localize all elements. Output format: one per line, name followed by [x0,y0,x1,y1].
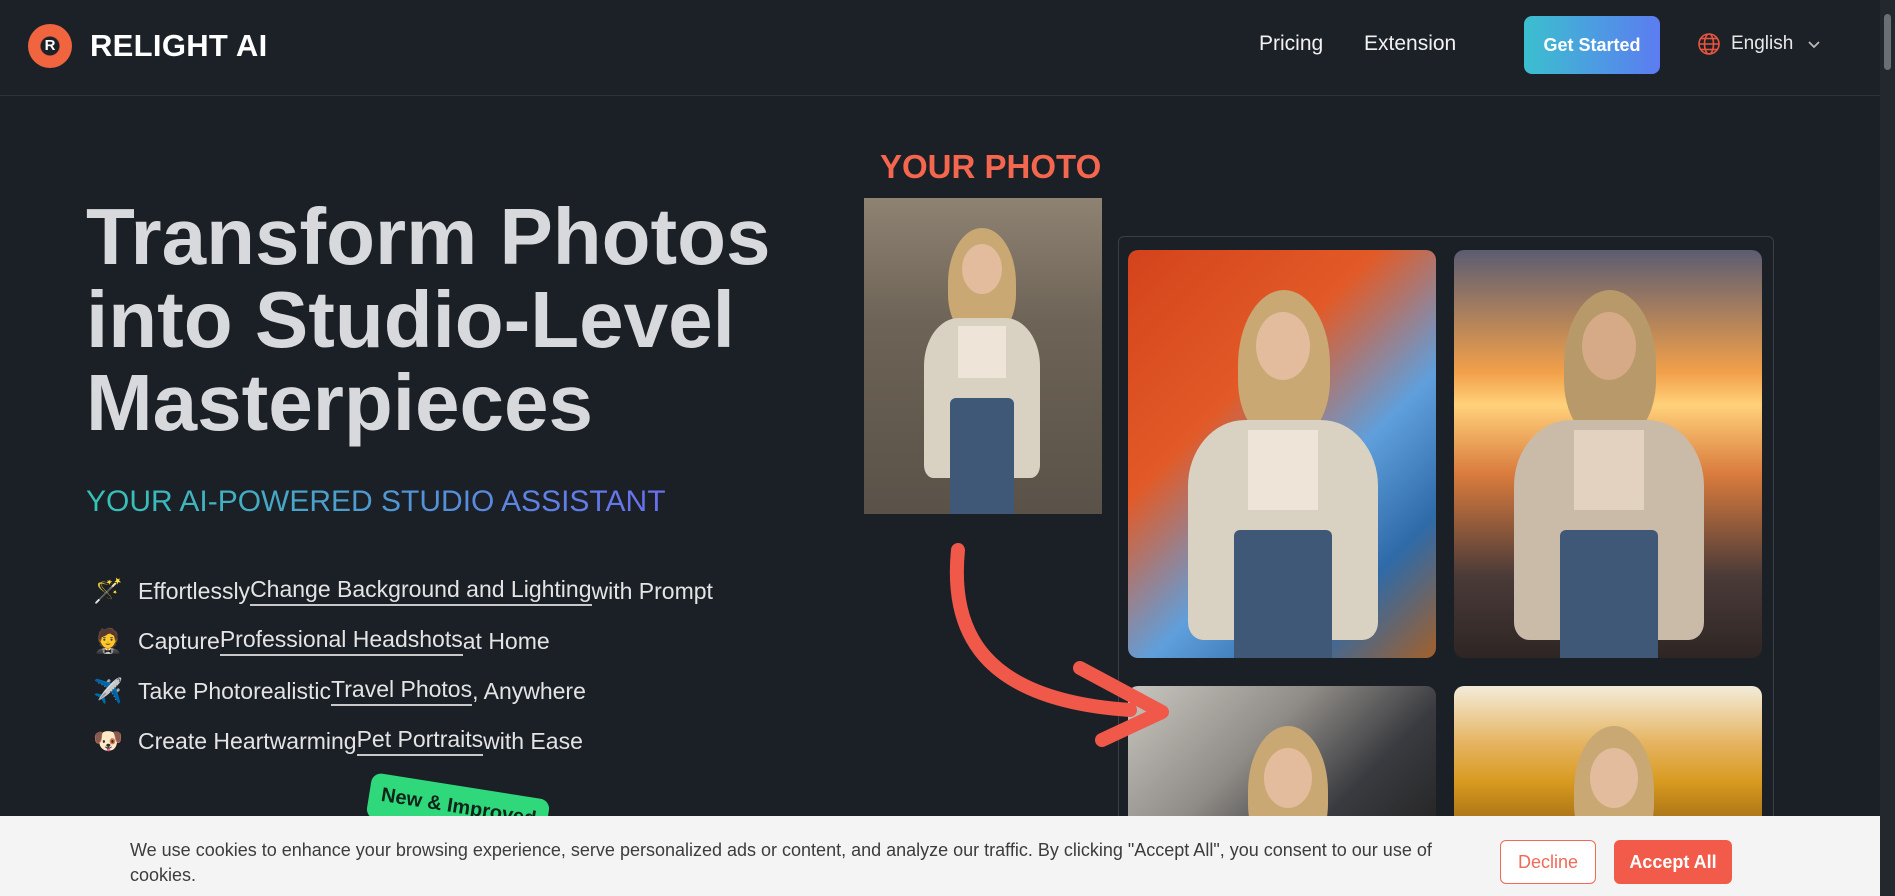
feature-text: with Prompt [591,577,713,604]
feature-link-background-lighting[interactable]: Change Background and Lighting [250,576,592,606]
feature-item: 🐶 Create Heartwarming Pet Portraits with… [90,716,713,766]
feature-item: ✈️ Take Photorealistic Travel Photos, An… [90,666,713,716]
person-in-suit-icon: 🤵 [93,627,123,655]
feature-list: 🪄 Effortlessly Change Background and Lig… [90,566,713,766]
language-label: English [1731,33,1794,54]
feature-link-travel-photos[interactable]: Travel Photos [331,676,473,706]
cookie-consent-bar: We use cookies to enhance your browsing … [0,816,1880,896]
feature-link-headshots[interactable]: Professional Headshots [219,626,463,656]
result-photo-sunset-beach [1454,250,1762,658]
nav-pricing-link[interactable]: Pricing [1259,32,1323,56]
feature-text: at Home [462,627,550,654]
feature-text: Capture [138,627,220,654]
globe-icon [1698,33,1720,55]
person-figure [912,218,1052,514]
scrollbar-thumb[interactable] [1884,14,1891,70]
airplane-icon: ✈️ [93,677,123,705]
scrollbar-track[interactable] [1880,0,1895,896]
hero-subtitle: YOUR AI-POWERED STUDIO ASSISTANT [86,485,666,518]
person-figure [1504,290,1714,658]
brand-name: RELIGHT AI [90,28,268,63]
language-selector[interactable]: English [1697,32,1831,56]
feature-item: 🪄 Effortlessly Change Background and Lig… [90,566,713,616]
hero-title: Transform Photos into Studio-Level Maste… [86,195,806,444]
feature-text: , Anywhere [472,677,586,704]
decline-cookies-button[interactable]: Decline [1500,840,1596,884]
brand-logo[interactable]: RELIGHT AI [28,24,268,68]
original-photo [864,198,1102,514]
curved-arrow-icon [949,543,1169,747]
cookie-message: We use cookies to enhance your browsing … [130,840,1432,885]
feature-text: Take Photorealistic [138,677,332,704]
aperture-logo-icon [28,24,72,68]
dog-face-icon: 🐶 [93,727,123,755]
nav-extension-link[interactable]: Extension [1364,32,1456,56]
your-photo-label: YOUR PHOTO [880,148,1102,185]
hero-title-line: into Studio-Level [86,275,735,364]
chevron-down-icon [1808,41,1820,49]
site-header: RELIGHT AI Pricing Extension Get Started… [0,0,1880,96]
feature-text: with Ease [483,727,583,754]
feature-link-pet-portraits[interactable]: Pet Portraits [356,726,484,756]
magic-wand-icon: 🪄 [93,577,123,605]
feature-text: Create Heartwarming [138,727,357,754]
hero-title-line: Masterpieces [86,358,593,447]
hero-title-line: Transform Photos [86,192,771,281]
accept-all-cookies-button[interactable]: Accept All [1614,840,1732,884]
person-figure [1178,290,1388,658]
get-started-button[interactable]: Get Started [1524,16,1660,74]
feature-item: 🤵 Capture Professional Headshots at Home [90,616,713,666]
feature-text: Effortlessly [138,577,251,604]
